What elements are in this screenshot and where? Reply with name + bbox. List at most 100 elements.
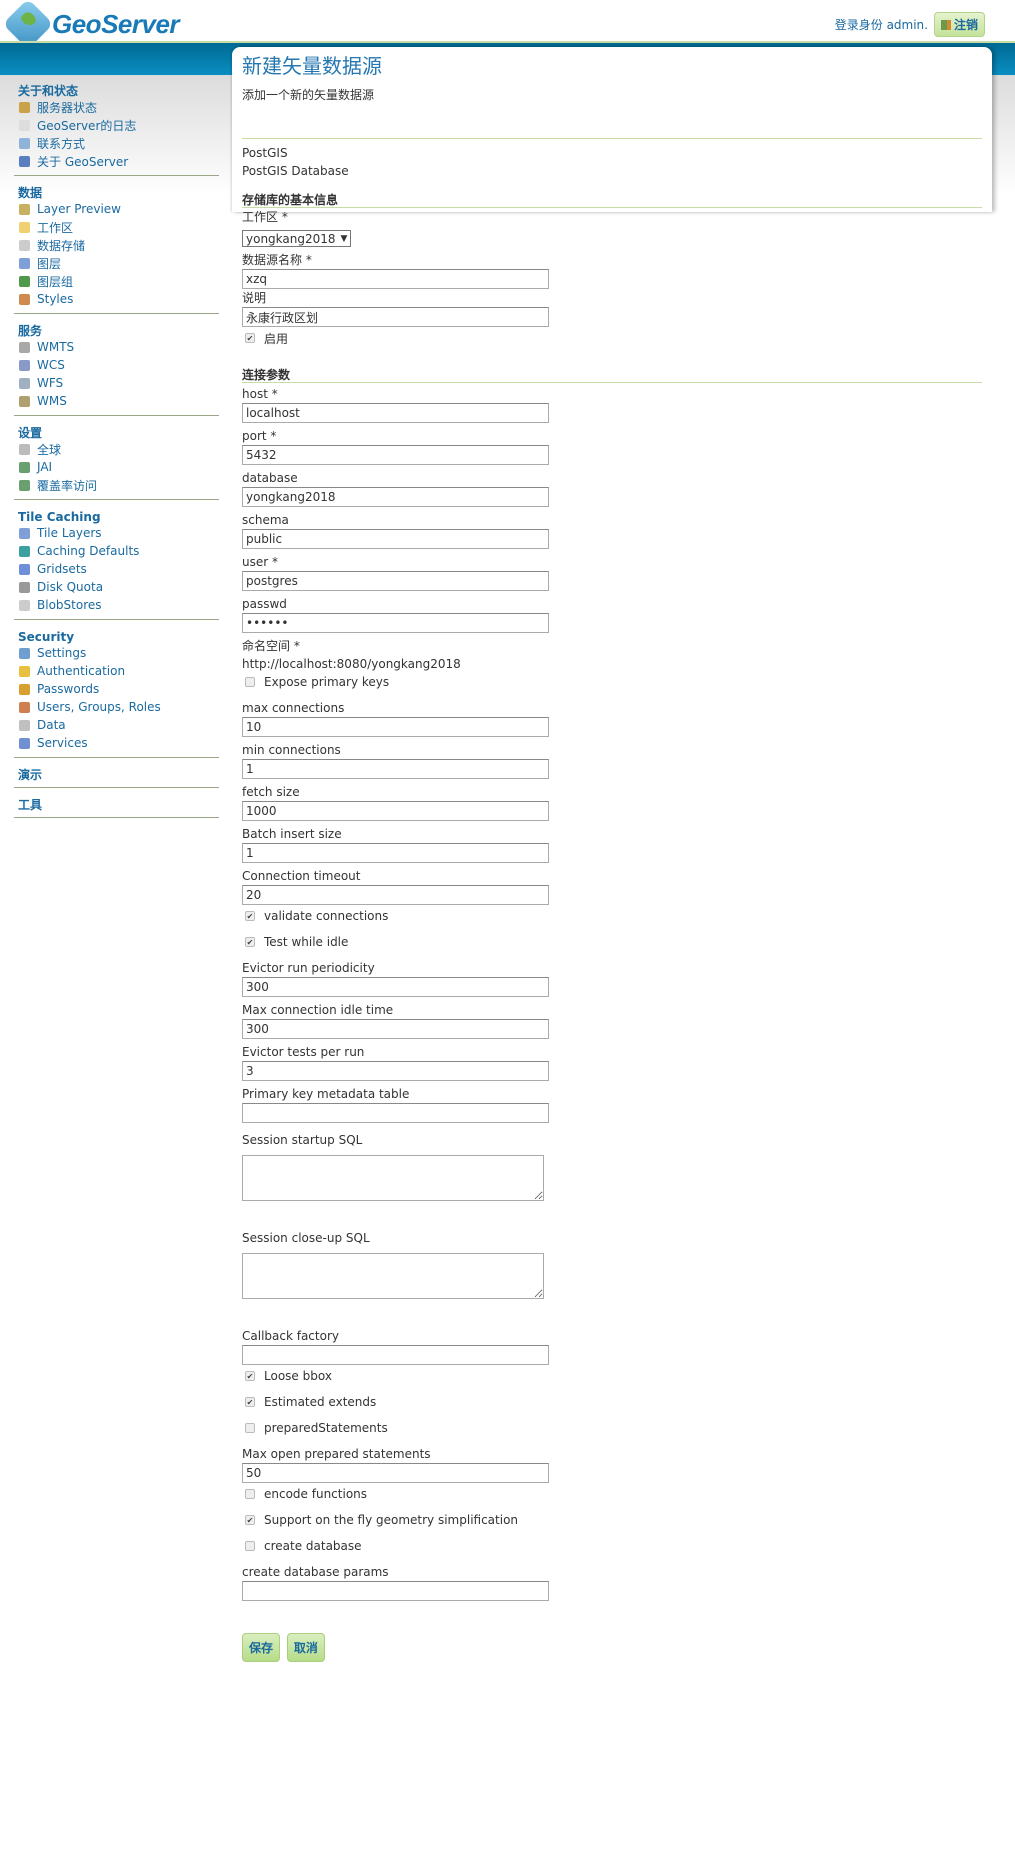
prepared-statements-row: preparedStatements (242, 1419, 982, 1437)
sidebar-item-label: Authentication (37, 664, 126, 678)
sidebar-section-title[interactable]: 关于和状态 (14, 80, 219, 98)
user-input[interactable] (242, 571, 549, 591)
sidebar-item[interactable]: Passwords (14, 680, 219, 698)
max-idle-time-input[interactable] (242, 1019, 549, 1039)
sidebar-item[interactable]: WMTS (14, 338, 219, 356)
connection-timeout-label: Connection timeout (242, 869, 361, 883)
datastore-name-input[interactable] (242, 269, 549, 289)
sidebar-item[interactable]: Tile Layers (14, 524, 219, 542)
description-label: 说明 (242, 291, 267, 305)
sidebar-item-label: 联系方式 (37, 136, 86, 151)
cancel-button[interactable]: 取消 (286, 1633, 325, 1662)
sidebar-item[interactable]: Services (14, 734, 219, 752)
validate-connections-checkbox[interactable]: ✔ (245, 911, 255, 921)
geoserver-logo[interactable]: GeoServer (2, 0, 180, 50)
sidebar-section-title[interactable]: 演示 (14, 764, 219, 782)
disk-icon (19, 581, 30, 593)
basic-info-heading: 存储库的基本信息 (242, 192, 982, 208)
expose-pk-checkbox[interactable] (245, 677, 255, 687)
port-label: port * (242, 429, 277, 443)
log-icon (19, 119, 30, 131)
password-input[interactable] (242, 613, 549, 633)
geometry-simplification-row: ✔ Support on the fly geometry simplifica… (242, 1511, 982, 1529)
encode-functions-checkbox[interactable] (245, 1489, 255, 1499)
geometry-simplification-checkbox[interactable]: ✔ (245, 1515, 255, 1525)
login-area: 登录身份 admin. 注销 (835, 12, 985, 37)
sidebar-item[interactable]: Gridsets (14, 560, 219, 578)
connection-timeout-input[interactable] (242, 885, 549, 905)
session-closeup-sql-textarea[interactable] (242, 1253, 544, 1299)
sidebar-item-label: GeoServer的日志 (37, 118, 137, 133)
sidebar-item[interactable]: WMS (14, 392, 219, 410)
sidebar-item[interactable]: 服务器状态 (14, 98, 219, 116)
sidebar-item[interactable]: Disk Quota (14, 578, 219, 596)
schema-input[interactable] (242, 529, 549, 549)
shield-icon (19, 665, 30, 677)
sidebar-item[interactable]: 关于 GeoServer (14, 152, 219, 170)
create-database-params-input[interactable] (242, 1581, 549, 1601)
max-connections-input[interactable] (242, 717, 549, 737)
sidebar-item[interactable]: WFS (14, 374, 219, 392)
sidebar-item[interactable]: Data (14, 716, 219, 734)
sidebar-section-title[interactable]: 工具 (14, 794, 219, 812)
data-key-icon (19, 719, 30, 731)
prepared-statements-checkbox[interactable] (245, 1423, 255, 1433)
sidebar-item[interactable]: Styles (14, 290, 219, 308)
estimated-extends-checkbox[interactable]: ✔ (245, 1397, 255, 1407)
sidebar-section-title[interactable]: 设置 (14, 422, 219, 440)
loose-bbox-checkbox[interactable]: ✔ (245, 1371, 255, 1381)
evictor-tests-input[interactable] (242, 1061, 549, 1081)
sidebar: 关于和状态 服务器状态 GeoServer的日志 联系方式 关于 GeoServer 数据… (14, 80, 219, 824)
sidebar-item[interactable]: 联系方式 (14, 134, 219, 152)
callback-factory-input[interactable] (242, 1345, 549, 1365)
port-input[interactable] (242, 445, 549, 465)
validate-connections-label: validate connections (264, 909, 389, 923)
sidebar-item[interactable]: 全球 (14, 440, 219, 458)
sidebar-item[interactable]: BlobStores (14, 596, 219, 614)
workspace-select[interactable]: yongkang2018 ▼ (242, 230, 352, 247)
pk-metadata-table-input[interactable] (242, 1103, 549, 1123)
sidebar-item[interactable]: JAI (14, 458, 219, 476)
database-input[interactable] (242, 487, 549, 507)
sidebar-item[interactable]: 数据存储 (14, 236, 219, 254)
batch-insert-input[interactable] (242, 843, 549, 863)
loose-bbox-label: Loose bbox (264, 1369, 332, 1383)
sidebar-section-title[interactable]: Security (14, 626, 219, 644)
save-button[interactable]: 保存 (242, 1633, 281, 1662)
session-startup-sql-textarea[interactable] (242, 1155, 544, 1201)
sidebar-item[interactable]: GeoServer的日志 (14, 116, 219, 134)
prepared-statements-label: preparedStatements (264, 1421, 388, 1435)
description-input[interactable] (242, 307, 549, 327)
max-prepared-input[interactable] (242, 1463, 549, 1483)
sidebar-section-title[interactable]: Tile Caching (14, 506, 219, 524)
create-database-checkbox[interactable] (245, 1541, 255, 1551)
globe-icon (19, 545, 30, 557)
sidebar-item[interactable]: Caching Defaults (14, 542, 219, 560)
sidebar-section-title[interactable]: 数据 (14, 182, 219, 200)
form-actions: 保存 取消 (242, 1633, 982, 1662)
sidebar-item[interactable]: Layer Preview (14, 200, 219, 218)
sidebar-item[interactable]: WCS (14, 356, 219, 374)
sidebar-item-label: Services (37, 736, 88, 750)
sidebar-item[interactable]: 工作区 (14, 218, 219, 236)
workspace-label: 工作区 * (242, 210, 288, 224)
sidebar-item[interactable]: 图层 (14, 254, 219, 272)
encode-functions-row: encode functions (242, 1485, 982, 1503)
test-while-idle-checkbox[interactable]: ✔ (245, 937, 255, 947)
fetch-size-input[interactable] (242, 801, 549, 821)
evictor-periodicity-input[interactable] (242, 977, 549, 997)
sidebar-item[interactable]: 图层组 (14, 272, 219, 290)
sidebar-section-title[interactable]: 服务 (14, 320, 219, 338)
host-input[interactable] (242, 403, 549, 423)
max-prepared-label: Max open prepared statements (242, 1447, 431, 1461)
min-connections-input[interactable] (242, 759, 549, 779)
sidebar-item[interactable]: Settings (14, 644, 219, 662)
logout-button[interactable]: 注销 (933, 12, 985, 37)
sidebar-item-label: 工作区 (37, 220, 74, 235)
sidebar-item[interactable]: 覆盖率访问 (14, 476, 219, 494)
sidebar-item[interactable]: Authentication (14, 662, 219, 680)
sidebar-item[interactable]: Users, Groups, Roles (14, 698, 219, 716)
enabled-checkbox[interactable]: ✔ (245, 333, 255, 343)
connection-params-heading: 连接参数 (242, 367, 982, 383)
batch-insert-label: Batch insert size (242, 827, 342, 841)
